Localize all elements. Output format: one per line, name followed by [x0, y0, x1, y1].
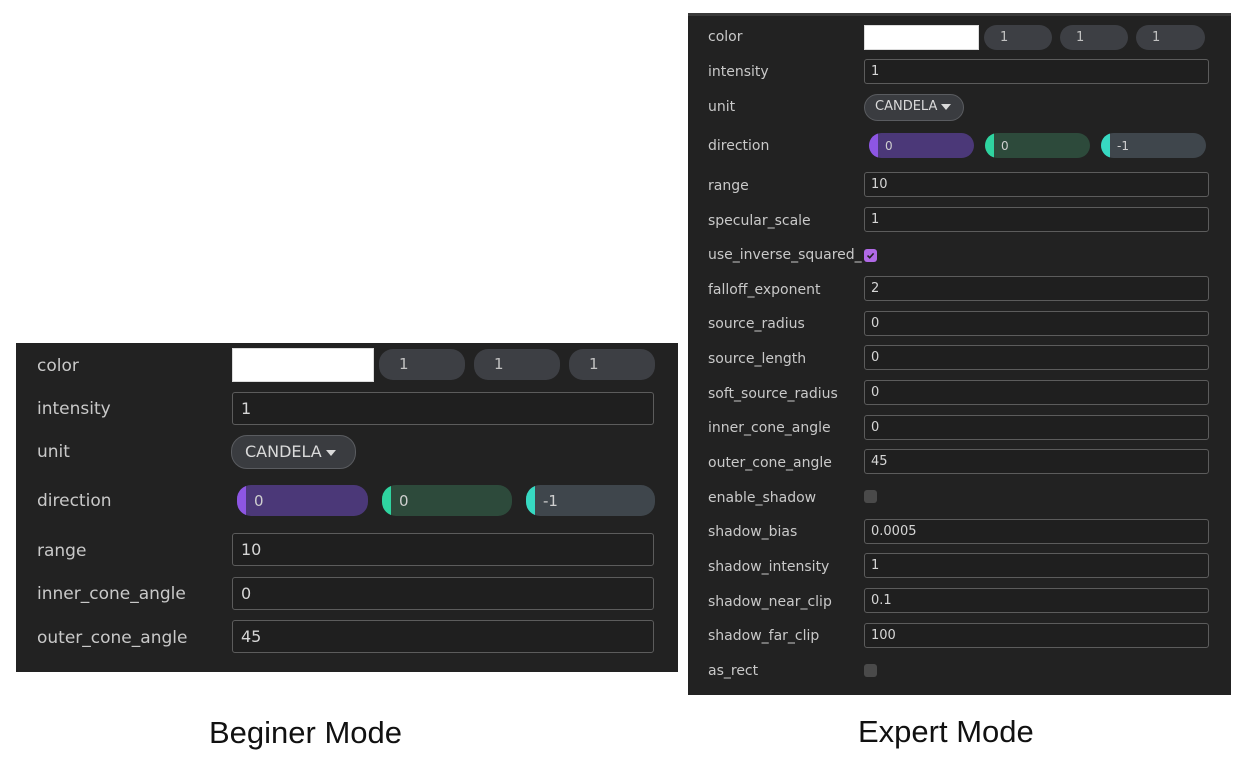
beginner-mode-caption: Beginer Mode [209, 715, 403, 750]
intensity-input[interactable] [864, 59, 1209, 84]
shadow-far-clip-input[interactable] [864, 623, 1209, 648]
enable-shadow-checkbox[interactable] [864, 490, 877, 503]
beginner-mode-panel: color 1 1 1 intensity unit CANDELA direc… [16, 343, 678, 672]
soft-source-radius-label: soft_source_radius [708, 386, 838, 402]
unit-dropdown-value: CANDELA [875, 99, 938, 114]
source-radius-input[interactable] [864, 311, 1209, 336]
shadow-near-clip-input[interactable] [864, 588, 1209, 613]
shadow-intensity-input[interactable] [864, 553, 1209, 578]
source-radius-label: source_radius [708, 316, 805, 332]
use-inverse-squared-label: use_inverse_squared_ [708, 247, 862, 263]
as-rect-label: as_rect [708, 663, 759, 679]
caret-down-icon [325, 449, 336, 456]
direction-z-slider[interactable]: -1 [1101, 133, 1206, 158]
color-swatch[interactable] [232, 348, 374, 382]
direction-z-slider[interactable]: -1 [526, 485, 655, 516]
color-g-input[interactable]: 1 [474, 349, 560, 380]
intensity-label: intensity [37, 399, 111, 419]
range-label: range [37, 541, 87, 561]
range-input[interactable] [864, 172, 1209, 197]
outer-cone-angle-label: outer_cone_angle [708, 455, 832, 471]
direction-x-value: 0 [254, 491, 264, 510]
source-length-label: source_length [708, 351, 807, 367]
soft-source-radius-input[interactable] [864, 380, 1209, 405]
direction-label: direction [708, 138, 770, 154]
outer-cone-angle-label: outer_cone_angle [37, 628, 188, 648]
slider-handle[interactable] [382, 485, 391, 516]
specular-scale-input[interactable] [864, 207, 1209, 232]
outer-cone-angle-input[interactable] [864, 449, 1209, 474]
slider-handle[interactable] [526, 485, 535, 516]
color-r-input[interactable]: 1 [984, 25, 1052, 50]
direction-y-slider[interactable]: 0 [985, 133, 1090, 158]
intensity-label: intensity [708, 64, 769, 80]
color-swatch[interactable] [864, 25, 979, 50]
slider-handle[interactable] [1101, 133, 1110, 158]
shadow-intensity-label: shadow_intensity [708, 559, 830, 575]
direction-x-value: 0 [885, 138, 893, 153]
color-g-input[interactable]: 1 [1060, 25, 1128, 50]
inner-cone-angle-label: inner_cone_angle [37, 584, 186, 604]
source-length-input[interactable] [864, 345, 1209, 370]
expert-mode-caption: Expert Mode [858, 714, 1034, 749]
unit-label: unit [37, 442, 70, 462]
color-label: color [37, 356, 79, 376]
inner-cone-angle-input[interactable] [864, 415, 1209, 440]
intensity-input[interactable] [232, 392, 654, 425]
direction-x-slider[interactable]: 0 [869, 133, 974, 158]
color-b-input[interactable]: 1 [1136, 25, 1205, 50]
slider-handle[interactable] [237, 485, 246, 516]
color-r-input[interactable]: 1 [379, 349, 465, 380]
range-label: range [708, 178, 749, 194]
shadow-bias-label: shadow_bias [708, 524, 798, 540]
specular-scale-label: specular_scale [708, 213, 811, 229]
use-inverse-squared-checkbox[interactable] [864, 249, 877, 262]
unit-dropdown[interactable]: CANDELA [231, 435, 356, 469]
slider-handle[interactable] [985, 133, 994, 158]
inner-cone-angle-label: inner_cone_angle [708, 420, 831, 436]
expert-mode-panel: color 1 1 1 intensity unit CANDELA direc… [688, 13, 1231, 695]
as-rect-checkbox[interactable] [864, 664, 877, 677]
color-b-input[interactable]: 1 [569, 349, 655, 380]
falloff-exponent-input[interactable] [864, 276, 1209, 301]
direction-y-value: 0 [399, 491, 409, 510]
inner-cone-angle-input[interactable] [232, 577, 654, 610]
unit-dropdown[interactable]: CANDELA [864, 94, 964, 121]
shadow-bias-input[interactable] [864, 519, 1209, 544]
falloff-exponent-label: falloff_exponent [708, 282, 821, 298]
range-input[interactable] [232, 533, 654, 566]
direction-label: direction [37, 491, 112, 511]
enable-shadow-label: enable_shadow [708, 490, 817, 506]
direction-z-value: -1 [1117, 138, 1129, 153]
slider-handle[interactable] [869, 133, 878, 158]
unit-dropdown-value: CANDELA [245, 442, 322, 461]
direction-y-value: 0 [1001, 138, 1009, 153]
shadow-far-clip-label: shadow_far_clip [708, 628, 820, 644]
direction-x-slider[interactable]: 0 [237, 485, 368, 516]
direction-z-value: -1 [543, 491, 558, 510]
shadow-near-clip-label: shadow_near_clip [708, 594, 832, 610]
color-label: color [708, 29, 743, 45]
outer-cone-angle-input[interactable] [232, 620, 654, 653]
unit-label: unit [708, 99, 736, 115]
caret-down-icon [941, 103, 952, 110]
direction-y-slider[interactable]: 0 [382, 485, 512, 516]
checkmark-icon [866, 252, 875, 259]
